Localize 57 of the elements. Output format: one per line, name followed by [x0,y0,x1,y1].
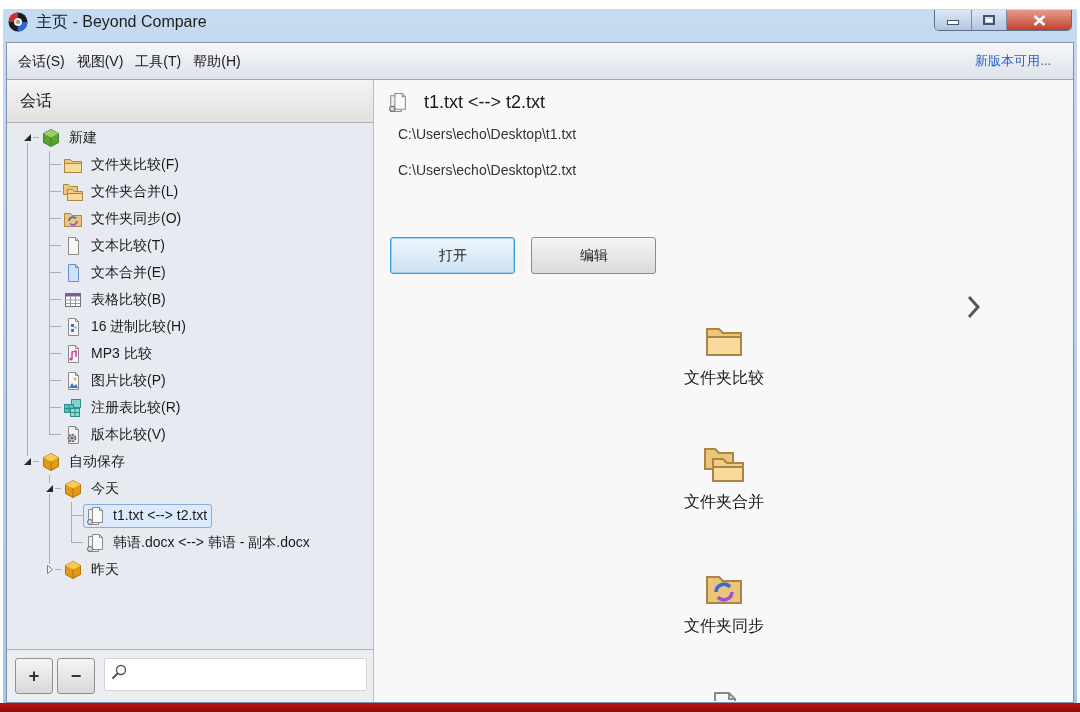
minimize-button[interactable] [935,10,972,30]
window-title: 主页 - Beyond Compare [36,12,207,32]
tree-item[interactable]: 新建 [39,125,102,150]
cubes-icon [63,397,83,418]
documents-icon [85,505,105,526]
session-title: t1.txt <--> t2.txt [424,91,546,114]
app-logo-icon [8,12,28,32]
tree-item[interactable]: 韩语.docx <--> 韩语 - 副本.docx [83,530,315,555]
session-type-tile[interactable]: 文件夹比较 [683,320,764,388]
menu-item[interactable]: 帮助(H) [187,48,247,74]
chevron-right-icon[interactable] [966,295,980,319]
open-button[interactable]: 打开 [390,237,515,274]
search-icon [111,663,127,680]
cube-icon [41,127,61,148]
update-link[interactable]: 新版本可用... [975,51,1051,71]
close-button[interactable] [1007,10,1071,30]
tree-item[interactable]: 文件夹同步(O) [61,206,187,231]
session-type-tile[interactable]: 文件夹同步 [683,568,764,636]
cube-icon [41,451,61,472]
file-path: C:\Users\echo\Desktop\t1.txt [398,125,577,144]
file-path: C:\Users\echo\Desktop\t2.txt [398,161,577,180]
tree-item[interactable]: 图片比较(P) [61,368,171,393]
folders-icon [63,181,83,202]
tree-item[interactable]: 文本比较(T) [61,233,170,258]
tree-item[interactable]: 文件夹合并(L) [61,179,184,204]
tree-item[interactable]: 版本比较(V) [61,422,171,447]
cube-icon [63,478,83,499]
close-icon [1032,14,1046,26]
minimize-icon [947,20,959,25]
session-type-tile[interactable]: 文件夹合并 [683,444,764,512]
tree-item[interactable]: 文件夹比较(F) [61,152,184,177]
remove-button[interactable]: − [57,658,95,694]
menu-item[interactable]: 视图(V) [70,48,130,74]
add-button[interactable]: + [15,658,53,694]
maximize-button[interactable] [972,10,1007,30]
tree-item[interactable]: t1.txt <--> t2.txt [83,503,213,528]
tree-item[interactable]: 今天 [61,476,124,501]
edit-button[interactable]: 编辑 [531,237,656,274]
sidebar-title: 会话 [20,91,52,111]
maximize-icon [983,15,995,25]
expanded-triangle-icon[interactable] [24,134,31,141]
cube-icon [63,559,83,580]
tree-item[interactable]: 自动保存 [39,449,130,474]
tree-item[interactable]: 注册表比较(R) [61,395,186,420]
expanded-triangle-icon[interactable] [46,485,53,492]
tree-item[interactable]: 表格比较(B) [61,287,171,312]
search-field[interactable] [104,657,367,691]
tree-item[interactable]: 文本合并(E) [61,260,171,285]
tree-item[interactable]: 16 进制比较(H) [61,314,191,339]
collapsed-triangle-icon[interactable] [47,565,53,574]
documents-icon [387,92,408,113]
tree-item[interactable]: 昨天 [61,557,124,582]
menu-item[interactable]: 会话(S) [12,48,71,74]
expanded-triangle-icon[interactable] [24,458,31,465]
tree-item[interactable]: MP3 比较 [61,341,157,366]
menu-item[interactable]: 工具(T) [129,48,188,74]
documents-icon [85,532,105,553]
